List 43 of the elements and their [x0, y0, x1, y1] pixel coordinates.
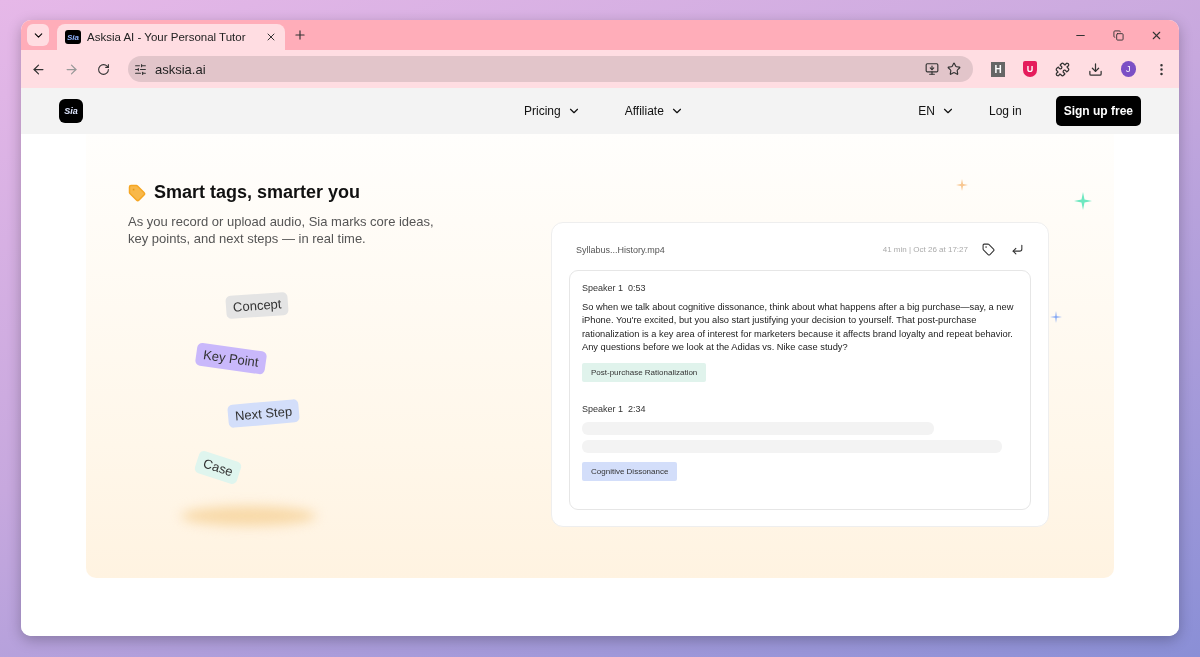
nav-menu[interactable]: Affiliate [624, 104, 684, 118]
tag-chip: Key Point [194, 342, 267, 375]
feature-description: As you record or upload audio, Sia marks core ideas, key points, and next steps — in real time. [128, 213, 435, 247]
nav-menu[interactable]: Pricing [524, 104, 581, 118]
bookmark-star-icon[interactable] [946, 62, 961, 76]
site-settings-icon[interactable] [134, 62, 147, 76]
close-tab-icon[interactable] [265, 31, 277, 43]
profile-avatar[interactable]: J [1120, 61, 1136, 77]
extension-icon[interactable]: H [990, 61, 1006, 77]
signup-button[interactable]: Sign up free [1055, 96, 1141, 126]
topic-tag: Post-purchase Rationalization [582, 363, 707, 383]
tag-chip: Next Step [227, 398, 300, 429]
sparkle-icon [1074, 192, 1092, 210]
shield-extension-icon[interactable]: U [1023, 61, 1037, 77]
tab-list-button[interactable] [27, 24, 49, 46]
site-logo[interactable]: Sia [59, 99, 83, 123]
back-icon[interactable] [31, 61, 46, 77]
speaker-label: Speaker 1 2:34 [582, 404, 647, 415]
install-app-icon[interactable] [924, 62, 939, 76]
browser-tab[interactable]: Sia Asksia AI - Your Personal Tutor [57, 24, 285, 50]
download-icon[interactable] [1087, 61, 1103, 77]
topic-tag: Cognitive Dissonance [582, 462, 678, 482]
tab-title: Asksia AI - Your Personal Tutor [87, 31, 247, 43]
sparkle-icon [956, 179, 968, 191]
language-selector[interactable]: EN [918, 104, 955, 118]
tab-favicon: Sia [65, 30, 81, 44]
transcript-text: So when we talk about cognitive dissonance, think about what happens after a big purchase—say, a new iPhone. You're excited, but you also start justifying your decision to yourself. That post-purchase rationalization is a key area of interest for marketers because it affects brand loyalty and repeat behavior. Any questions before we look at the Adidas vs. Nike case study? [582, 301, 1015, 354]
url-text: asksia.ai [155, 61, 207, 77]
restore-icon[interactable] [1113, 28, 1124, 42]
address-bar[interactable]: asksia.ai [128, 56, 973, 82]
reload-icon[interactable] [97, 62, 110, 76]
tag-sparkle-icon[interactable] [982, 243, 995, 256]
speaker-label: Speaker 1 0:53 [582, 283, 647, 293]
feature-title: Smart tags, smarter you [154, 182, 361, 203]
login-link[interactable]: Log in [988, 104, 1022, 118]
tag-chip: Concept [225, 291, 290, 320]
extensions-puzzle-icon[interactable] [1054, 61, 1070, 77]
tag-icon [128, 183, 146, 202]
new-tab-icon[interactable] [293, 28, 307, 42]
recording-meta: 41 min | Oct 26 at 17:27 [882, 245, 968, 254]
file-name: Syllabus...History.mp4 [576, 244, 665, 255]
tag-chip: Case [193, 449, 243, 486]
return-icon[interactable] [1011, 243, 1024, 256]
